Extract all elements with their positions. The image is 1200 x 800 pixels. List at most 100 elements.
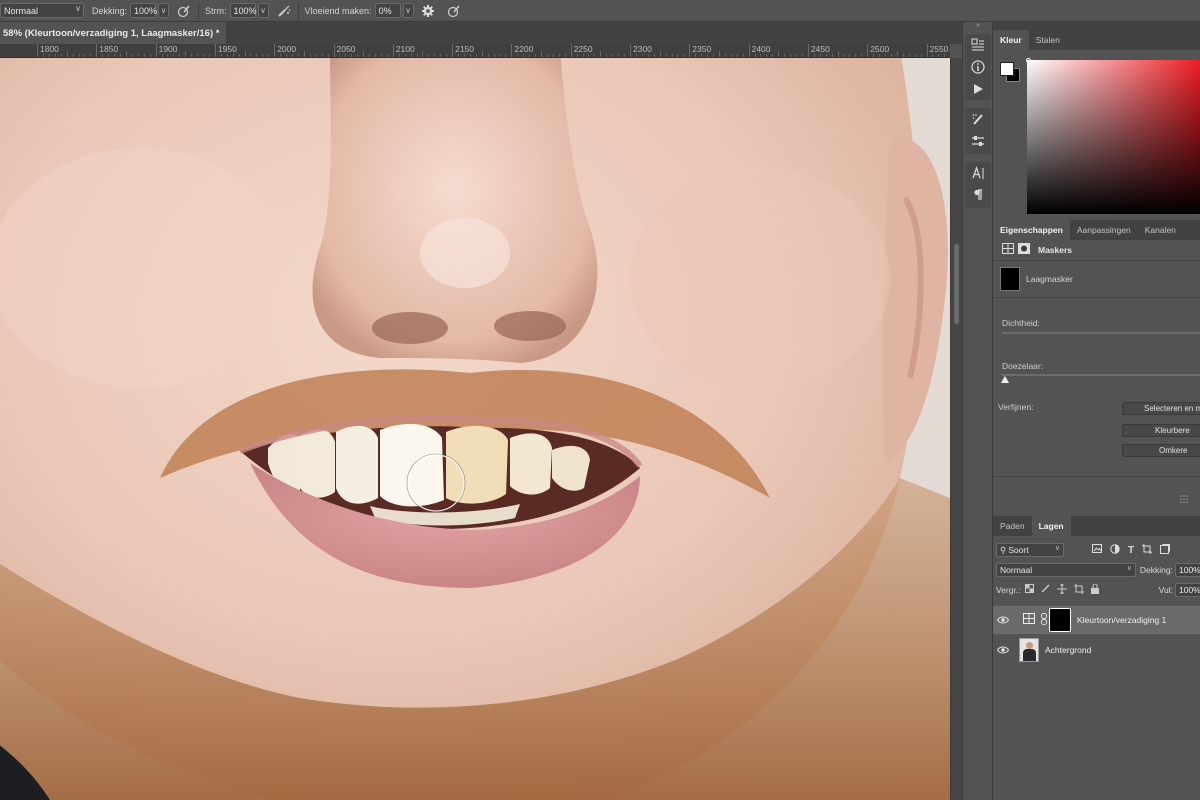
lock-artboard-crop-icon[interactable]	[1073, 583, 1084, 597]
layer-opacity-field[interactable]: 100%	[1175, 563, 1200, 577]
tab-stalen[interactable]: Stalen	[1029, 30, 1067, 50]
history-icon[interactable]	[965, 34, 991, 56]
paragraph-icon[interactable]	[965, 184, 991, 206]
ruler-minor-tick	[594, 54, 596, 57]
ruler-minor-tick	[410, 54, 412, 57]
ruler-minor-tick	[665, 54, 667, 57]
image-canvas[interactable]	[0, 58, 950, 800]
lock-position-move-icon[interactable]	[1056, 583, 1067, 597]
tab-aanpassingen[interactable]: Aanpassingen	[1070, 220, 1138, 240]
properties-section-title: Maskers	[1038, 245, 1073, 255]
ruler-minor-tick	[908, 54, 910, 57]
color-picker-field[interactable]	[1027, 60, 1200, 214]
mask-name: Laagmasker	[1026, 274, 1073, 284]
character-icon[interactable]	[965, 162, 991, 184]
visibility-eye-icon[interactable]	[993, 616, 1013, 624]
ruler-minor-tick	[535, 54, 537, 57]
refine-label: Verfijnen:	[998, 402, 1034, 412]
tab-eigenschappen[interactable]: Eigenschappen	[993, 220, 1070, 240]
canvas-vertical-scrollbar[interactable]	[950, 58, 962, 800]
tab-kanalen[interactable]: Kanalen	[1138, 220, 1183, 240]
lock-row: Vergr.: Vul: 100%	[993, 580, 1200, 600]
layer-mask-thumbnail[interactable]	[1049, 608, 1071, 632]
ruler-minor-tick	[635, 54, 637, 57]
filter-adjustment-icon[interactable]	[1110, 543, 1120, 557]
tab-paden[interactable]: Paden	[993, 516, 1032, 536]
lock-pixels-brush-icon[interactable]	[1041, 584, 1050, 596]
ruler-tick-label: 1900	[155, 44, 178, 57]
divider	[993, 476, 1200, 477]
layer-filter-dropdown[interactable]: ⚲ Soort ∨	[996, 543, 1064, 557]
layers-panel: Paden Lagen ⚲ Soort ∨ T Normaal ∨ Dekkin…	[993, 516, 1200, 800]
fill-field[interactable]: 100%	[1175, 583, 1200, 597]
feather-slider-knob[interactable]	[1001, 376, 1009, 383]
ruler-minor-tick	[434, 54, 436, 57]
brush-settings-icon[interactable]	[965, 108, 991, 130]
blend-mode-dropdown[interactable]: Normaal ∨	[996, 563, 1136, 577]
adjustment-layer-icon[interactable]	[1002, 243, 1014, 257]
invert-button[interactable]: Omkere	[1122, 444, 1200, 457]
filter-smart-object-icon[interactable]	[1160, 543, 1171, 557]
select-and-mask-button[interactable]: Selecteren en m	[1122, 402, 1200, 415]
ruler-minor-tick	[90, 54, 92, 57]
adjustments-sliders-icon[interactable]	[965, 130, 991, 152]
ruler-tick-label: 2250	[570, 44, 593, 57]
scrollbar-thumb[interactable]	[954, 244, 959, 324]
ruler-minor-tick	[375, 54, 376, 57]
mask-icon[interactable]	[1018, 243, 1030, 257]
ruler-minor-tick	[428, 54, 430, 57]
collapse-arrows-icon[interactable]: »	[963, 22, 993, 30]
ruler-minor-tick	[831, 54, 833, 57]
tab-kleur[interactable]: Kleur	[993, 30, 1029, 50]
ruler-tick-label: 1800	[37, 44, 59, 57]
ruler-minor-tick	[422, 51, 424, 57]
panel-collapse-bar	[993, 22, 1200, 30]
smoothing-chevron-icon[interactable]: ∨	[402, 3, 414, 18]
mask-thumbnail[interactable]	[1000, 267, 1020, 291]
ruler-minor-tick	[268, 54, 270, 57]
ruler-minor-tick	[42, 54, 44, 57]
search-icon: ⚲	[1000, 544, 1007, 555]
actions-play-icon[interactable]	[965, 78, 991, 100]
link-chain-icon[interactable]	[1041, 612, 1047, 628]
density-slider[interactable]	[1002, 332, 1200, 334]
document-tab[interactable]: 58% (Kleurtoon/verzadiging 1, Laagmasker…	[0, 22, 226, 44]
ruler-minor-tick	[286, 54, 288, 57]
filter-pixel-icon[interactable]	[1092, 544, 1102, 556]
ruler-minor-tick	[339, 54, 341, 57]
brush-mode-dropdown[interactable]: Normaal ∨	[0, 3, 84, 18]
filter-type-icon[interactable]: T	[1128, 545, 1134, 556]
adjustment-layer-icon	[1023, 613, 1035, 627]
foreground-color-swatch[interactable]	[1000, 62, 1014, 76]
gear-icon[interactable]	[420, 3, 436, 19]
info-icon[interactable]	[965, 56, 991, 78]
ruler-minor-tick	[902, 54, 904, 57]
ruler-minor-tick	[796, 54, 798, 57]
filter-shape-icon[interactable]	[1142, 544, 1152, 557]
color-range-button[interactable]: Kleurbere	[1122, 424, 1200, 437]
layer-row-adjustment[interactable]: Kleurtoon/verzadiging 1	[993, 606, 1200, 634]
layer-name: Achtergrond	[1045, 645, 1092, 655]
layer-row-background[interactable]: Achtergrond	[993, 636, 1200, 664]
ruler-tick-label: 1950	[214, 44, 237, 57]
airbrush-icon[interactable]	[276, 3, 292, 19]
pressure-size-icon[interactable]	[446, 3, 462, 19]
visibility-eye-icon[interactable]	[993, 646, 1013, 654]
ruler-minor-tick	[475, 54, 477, 57]
flow-field[interactable]: 100%	[229, 3, 257, 18]
pressure-opacity-icon[interactable]	[176, 3, 192, 19]
lock-all-icon[interactable]	[1090, 583, 1099, 597]
ruler-minor-tick	[297, 54, 299, 57]
opacity-field[interactable]: 100%	[130, 3, 157, 18]
opacity-chevron-icon[interactable]: ∨	[158, 3, 170, 18]
ruler-minor-tick	[48, 54, 50, 57]
feather-slider[interactable]	[1002, 374, 1200, 376]
ruler-minor-tick	[404, 54, 406, 57]
flow-chevron-icon[interactable]: ∨	[257, 3, 269, 18]
ruler-minor-tick	[736, 54, 738, 57]
ruler-minor-tick	[380, 54, 382, 57]
lock-transparency-icon[interactable]	[1024, 584, 1034, 596]
tab-lagen[interactable]: Lagen	[1031, 516, 1071, 536]
ruler-minor-tick	[102, 54, 104, 57]
smoothing-field[interactable]: 0%	[374, 3, 401, 18]
